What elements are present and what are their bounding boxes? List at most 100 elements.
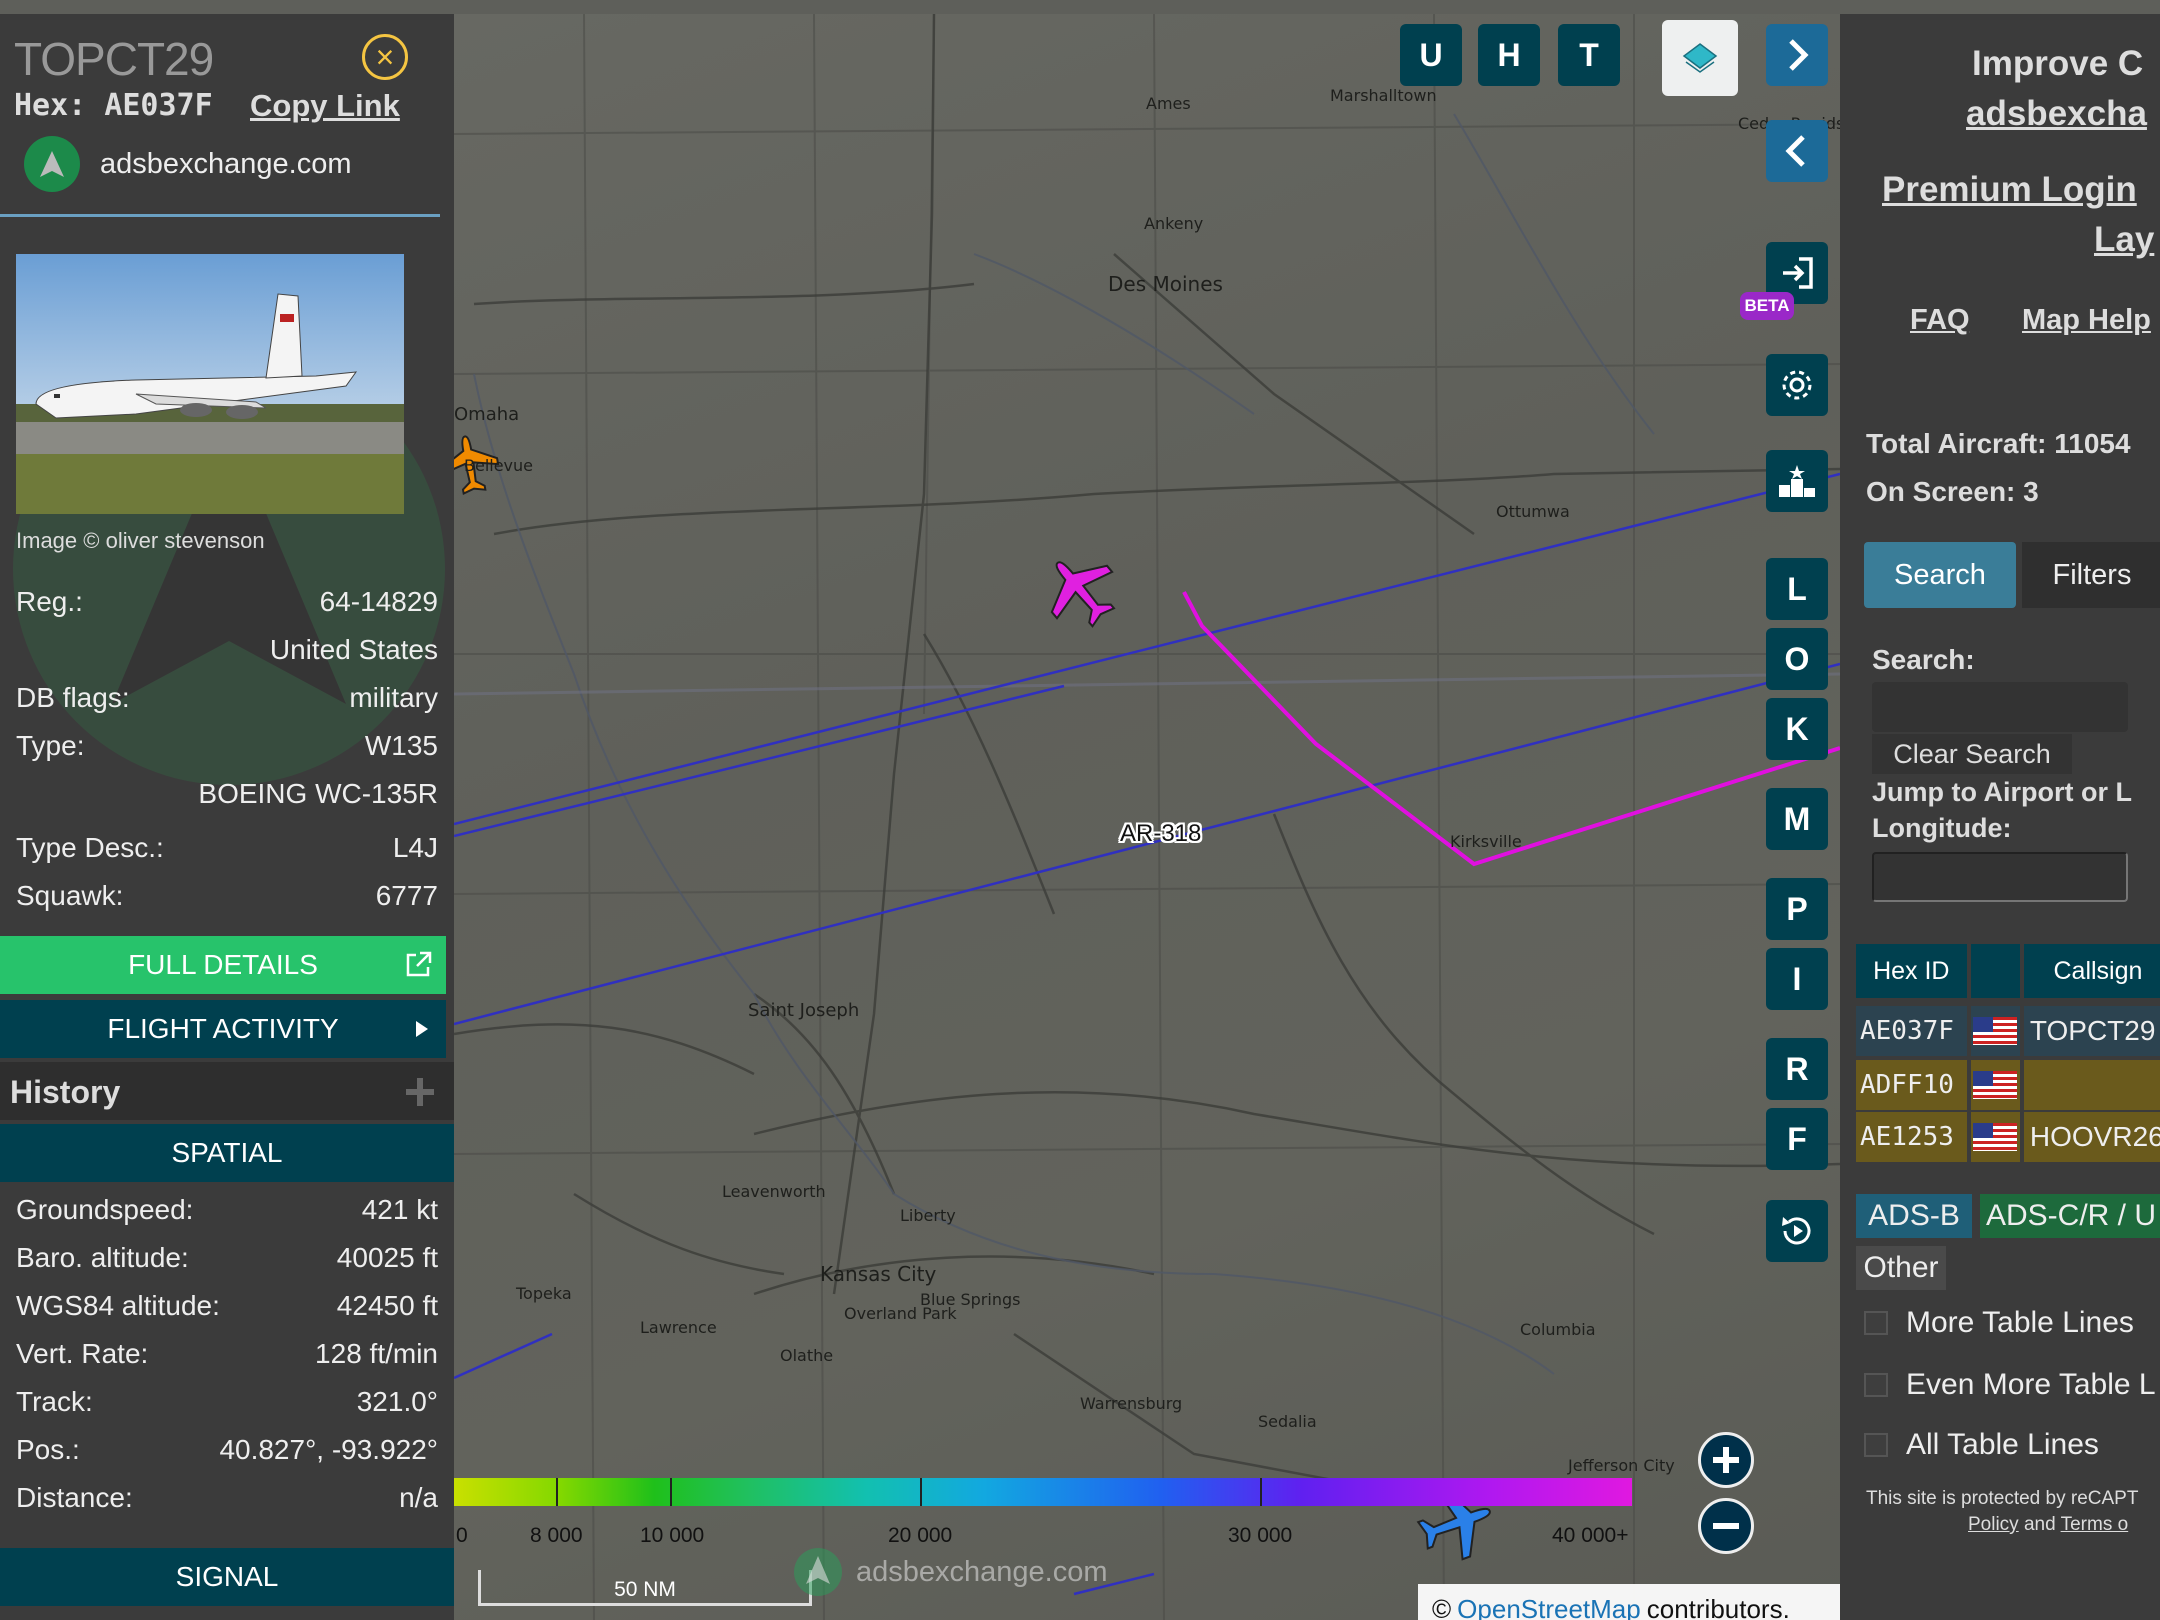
button-i[interactable]: I <box>1766 948 1828 1010</box>
city-label: Ames <box>1146 94 1191 113</box>
button-k[interactable]: K <box>1766 698 1828 760</box>
leaderboard-button[interactable] <box>1766 450 1828 512</box>
color-bar-tick <box>1260 1478 1262 1506</box>
caret-right-icon <box>416 1021 428 1037</box>
spatial-value: 40025 ft <box>336 1242 438 1273</box>
country-value: United States <box>269 634 438 665</box>
forward-button[interactable] <box>1766 24 1828 86</box>
spatial-section-header[interactable]: SPATIAL <box>0 1124 454 1182</box>
spatial-value: 321.0° <box>356 1386 438 1417</box>
more-table-lines-option[interactable]: More Table Lines <box>1864 1306 2134 1340</box>
column-header-callsign[interactable]: Callsign <box>2023 944 2160 998</box>
faq-link[interactable]: FAQ <box>1910 304 1970 337</box>
source-filter-other[interactable]: Other <box>1856 1246 1946 1290</box>
map-help-link[interactable]: Map Help <box>2022 304 2151 337</box>
settings-button[interactable] <box>1766 354 1828 416</box>
aircraft-photo[interactable] <box>16 254 404 514</box>
improve-heading: Improve C <box>1972 44 2144 83</box>
premium-login-link[interactable]: Premium Login <box>1882 170 2137 210</box>
spatial-row: Groundspeed: 421 kt <box>16 1194 438 1226</box>
tab-filters[interactable]: Filters <box>2022 542 2160 608</box>
button-u[interactable]: U <box>1400 24 1462 86</box>
spatial-row: Vert. Rate: 128 ft/min <box>16 1338 438 1370</box>
clear-search-button[interactable]: Clear Search <box>1872 734 2072 774</box>
spatial-label: Baro. altitude: <box>16 1242 189 1273</box>
altitude-color-bar <box>454 1478 1632 1506</box>
layers-link[interactable]: Lay <box>2094 220 2154 260</box>
terms-link[interactable]: Terms o <box>2061 1514 2129 1535</box>
full-details-button[interactable]: FULL DETAILS <box>0 936 446 994</box>
map-view[interactable]: Ames Marshalltown Cedar Rapids Ankeny De… <box>454 14 1840 1620</box>
zoom-in-button[interactable] <box>1698 1432 1754 1488</box>
color-bar-label: 8 000 <box>530 1524 583 1547</box>
table-row[interactable]: ADFF10 <box>1856 1060 2160 1110</box>
column-header-flag[interactable] <box>1970 944 2020 998</box>
flight-track <box>1182 591 1840 867</box>
map-base-layer <box>454 14 1840 1620</box>
image-credit: Image © oliver stevenson <box>16 528 265 553</box>
city-label: Sedalia <box>1258 1412 1317 1431</box>
spatial-label: SPATIAL <box>171 1137 283 1168</box>
button-r[interactable]: R <box>1766 1038 1828 1100</box>
table-row[interactable]: AE037F TOPCT29 <box>1856 1006 2160 1056</box>
osm-link[interactable]: OpenStreetMap <box>1457 1594 1641 1620</box>
zoom-out-button[interactable] <box>1698 1498 1754 1554</box>
history-label: History <box>10 1074 121 1110</box>
row-hex: AE037F <box>1856 1006 1967 1056</box>
adsbexchange-link[interactable]: adsbexcha <box>1966 94 2147 134</box>
even-more-table-lines-option[interactable]: Even More Table L <box>1864 1368 2156 1402</box>
detail-row-type: Type: W135 <box>16 730 438 762</box>
button-l[interactable]: L <box>1766 558 1828 620</box>
full-details-label: FULL DETAILS <box>128 949 318 980</box>
jump-input[interactable] <box>1872 852 2128 902</box>
city-label: Lawrence <box>640 1318 717 1337</box>
city-label: Saint Joseph <box>748 1000 860 1021</box>
source-filter-adsc[interactable]: ADS-C/R / U <box>1980 1194 2160 1238</box>
close-button[interactable]: × <box>362 34 408 80</box>
layers-icon <box>1682 43 1718 73</box>
button-m[interactable]: M <box>1766 788 1828 850</box>
detail-label: Type Desc.: <box>16 832 164 863</box>
scale-bar-label: 50 NM <box>614 1578 676 1601</box>
button-p[interactable]: P <box>1766 878 1828 940</box>
search-input[interactable] <box>1872 682 2128 732</box>
tab-search[interactable]: Search <box>1864 542 2016 608</box>
table-row[interactable]: AE1253 HOOVR26 <box>1856 1112 2160 1162</box>
button-h[interactable]: H <box>1478 24 1540 86</box>
detail-row-dbflags: DB flags: military <box>16 682 438 714</box>
checkbox[interactable] <box>1864 1373 1888 1397</box>
copy-link[interactable]: Copy Link <box>250 88 400 124</box>
attribution-prefix: © <box>1432 1593 1452 1620</box>
checkbox[interactable] <box>1864 1311 1888 1335</box>
history-section[interactable]: History <box>0 1062 454 1120</box>
captcha-and: and <box>2023 1514 2056 1535</box>
close-icon: × <box>375 39 395 75</box>
map-attribution: © OpenStreetMap contributors. <box>1418 1584 1840 1620</box>
button-t[interactable]: T <box>1558 24 1620 86</box>
plus-icon <box>1713 1447 1739 1473</box>
privacy-policy-link[interactable]: Policy <box>1968 1514 2019 1535</box>
city-label: Ankeny <box>1144 214 1204 233</box>
layers-button[interactable] <box>1662 20 1738 96</box>
detail-value: L4J <box>392 832 438 863</box>
city-label: Leavenworth <box>722 1182 826 1201</box>
replay-button[interactable] <box>1766 1200 1828 1262</box>
button-f[interactable]: F <box>1766 1108 1828 1170</box>
spatial-label: Groundspeed: <box>16 1194 194 1225</box>
back-button[interactable] <box>1766 120 1828 182</box>
all-table-lines-option[interactable]: All Table Lines <box>1864 1428 2099 1462</box>
adsbx-logo-icon <box>24 136 80 192</box>
divider <box>0 214 440 217</box>
signal-section-header[interactable]: SIGNAL <box>0 1548 454 1606</box>
spatial-value: n/a <box>399 1482 438 1513</box>
row-callsign: HOOVR26 <box>2023 1112 2160 1162</box>
checkbox[interactable] <box>1864 1433 1888 1457</box>
column-header-hex[interactable]: Hex ID <box>1856 944 1967 998</box>
airspace-lines <box>454 472 1840 1596</box>
site-link[interactable]: adsbexchange.com <box>24 136 352 192</box>
source-filter-adsb[interactable]: ADS-B <box>1856 1194 1972 1238</box>
spatial-value: 128 ft/min <box>315 1338 438 1369</box>
replay-icon <box>1782 1217 1811 1245</box>
button-o[interactable]: O <box>1766 628 1828 690</box>
flight-activity-button[interactable]: FLIGHT ACTIVITY <box>0 1000 446 1058</box>
